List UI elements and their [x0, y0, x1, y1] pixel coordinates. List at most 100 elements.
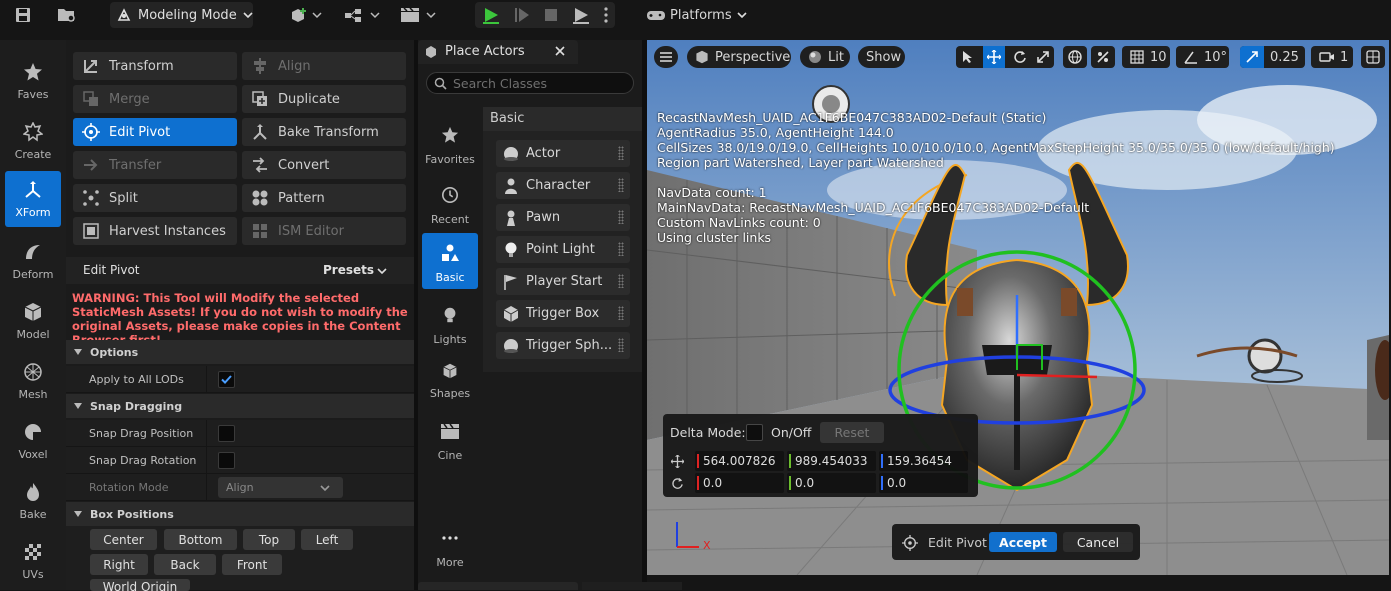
category-model[interactable]: Model: [5, 293, 61, 349]
actor-item-trigger-box[interactable]: Trigger Box: [496, 300, 630, 327]
scale-icon[interactable]: [1036, 50, 1050, 64]
place-category-shapes[interactable]: Shapes: [422, 353, 478, 409]
translate-icon[interactable]: [982, 46, 1005, 68]
pattern-tool-button[interactable]: Pattern: [242, 184, 406, 212]
eject-icon[interactable]: [571, 6, 591, 24]
content-browser-tab[interactable]: [418, 582, 578, 590]
bake-transform-tool-button[interactable]: Bake Transform: [242, 118, 406, 146]
accept-button[interactable]: Accept: [989, 532, 1057, 552]
platforms-dropdown[interactable]: Platforms: [646, 2, 747, 28]
category-voxel[interactable]: Voxel: [5, 413, 61, 469]
split-tool-button[interactable]: Split: [73, 184, 237, 212]
drag-handle-icon[interactable]: [618, 274, 624, 288]
blueprint-button[interactable]: [342, 2, 382, 28]
cinematics-button[interactable]: [398, 2, 438, 28]
top-button[interactable]: Top: [243, 529, 295, 550]
perspective-button[interactable]: Perspective: [687, 46, 791, 68]
center-button[interactable]: Center: [90, 529, 157, 550]
category-uvs[interactable]: UVs: [5, 533, 61, 589]
apply-all-lods-checkbox[interactable]: [218, 371, 235, 388]
step-icon[interactable]: [513, 6, 531, 24]
world-local-toggle[interactable]: [1063, 46, 1087, 68]
location-z-field[interactable]: 159.36454: [879, 451, 968, 471]
back-button[interactable]: Back: [154, 554, 216, 575]
box-positions-section-header[interactable]: Box Positions: [66, 502, 414, 526]
actor-item-point-light[interactable]: Point Light: [496, 236, 630, 263]
layout-button[interactable]: [1361, 46, 1385, 68]
drag-handle-icon[interactable]: [618, 338, 624, 352]
bottom-tab[interactable]: [582, 582, 682, 590]
place-actors-tab[interactable]: Place Actors: [418, 40, 578, 64]
drag-handle-icon[interactable]: [618, 210, 624, 224]
snap-drag-rotation-checkbox[interactable]: [218, 452, 235, 469]
actor-item-actor[interactable]: Actor: [496, 140, 630, 167]
grid-snap-button[interactable]: 10: [1122, 46, 1170, 68]
right-button[interactable]: Right: [90, 554, 148, 575]
left-button[interactable]: Left: [301, 529, 353, 550]
select-arrow-icon[interactable]: [960, 50, 974, 64]
options-section-header[interactable]: Options: [66, 340, 414, 364]
level-viewport[interactable]: X Perspective Lit Show 10 10° 0.25 1 Rec…: [647, 40, 1389, 575]
actor-item-player-start[interactable]: Player Start: [496, 268, 630, 295]
snap-drag-position-checkbox[interactable]: [218, 425, 235, 442]
merge-tool-button[interactable]: Merge: [73, 85, 237, 113]
rotation-mode-select[interactable]: Align: [218, 477, 343, 498]
play-icon[interactable]: [481, 6, 501, 24]
category-faves[interactable]: Faves: [5, 53, 61, 109]
viewport-menu-button[interactable]: [654, 46, 678, 68]
presets-dropdown[interactable]: Presets: [323, 263, 374, 277]
ism-editor-tool-button[interactable]: ISM Editor: [242, 217, 406, 245]
delta-mode-checkbox[interactable]: [746, 424, 763, 441]
world-origin-button[interactable]: World Origin: [90, 579, 190, 591]
align-tool-button[interactable]: Align: [242, 52, 406, 80]
place-category-lights[interactable]: Lights: [422, 295, 478, 351]
drag-handle-icon[interactable]: [618, 146, 624, 160]
place-category-cine[interactable]: Cine: [422, 411, 478, 467]
lit-button[interactable]: Lit: [800, 46, 850, 68]
drag-handle-icon[interactable]: [618, 178, 624, 192]
content-browser-icon[interactable]: [54, 2, 80, 28]
bottom-button[interactable]: Bottom: [164, 529, 237, 550]
save-icon[interactable]: [10, 2, 36, 28]
more-options-icon[interactable]: [603, 6, 609, 24]
surface-snap-toggle[interactable]: [1091, 46, 1115, 68]
harvest-instances-tool-button[interactable]: Harvest Instances: [73, 217, 237, 245]
transfer-tool-button[interactable]: Transfer: [73, 151, 237, 179]
actor-item-character[interactable]: Character: [496, 172, 630, 199]
rotation-x-field[interactable]: 0.0: [695, 473, 784, 493]
category-mesh[interactable]: Mesh: [5, 353, 61, 409]
place-category-recent[interactable]: Recent: [422, 175, 478, 231]
location-y-field[interactable]: 989.454033: [787, 451, 876, 471]
rotation-snap-button[interactable]: 10°: [1176, 46, 1229, 68]
actor-item-trigger-sphere[interactable]: Trigger Sph...: [496, 332, 630, 359]
rotation-z-field[interactable]: 0.0: [879, 473, 968, 493]
rotate-icon[interactable]: [1013, 50, 1027, 64]
add-actor-button[interactable]: [286, 2, 326, 28]
place-category-favorites[interactable]: Favorites: [422, 115, 478, 171]
rotation-y-field[interactable]: 0.0: [787, 473, 876, 493]
convert-tool-button[interactable]: Convert: [242, 151, 406, 179]
mode-dropdown[interactable]: Modeling Mode: [110, 2, 253, 28]
place-category-more[interactable]: More: [422, 518, 478, 574]
category-deform[interactable]: Deform: [5, 233, 61, 289]
drag-handle-icon[interactable]: [618, 242, 624, 256]
drag-handle-icon[interactable]: [618, 306, 624, 320]
category-create[interactable]: Create: [5, 113, 61, 169]
category-xform[interactable]: XForm: [5, 171, 61, 227]
camera-speed-button[interactable]: 1: [1311, 46, 1353, 68]
location-x-field[interactable]: 564.007826: [695, 451, 784, 471]
category-bake[interactable]: Bake: [5, 473, 61, 529]
delta-reset-button[interactable]: Reset: [820, 422, 884, 443]
front-button[interactable]: Front: [222, 554, 282, 575]
search-classes-field[interactable]: Search Classes: [426, 72, 634, 94]
scale-snap-button[interactable]: 0.25: [1240, 46, 1305, 68]
show-button[interactable]: Show: [858, 46, 905, 68]
place-category-basic[interactable]: Basic: [422, 233, 478, 289]
transform-tool-button[interactable]: Transform: [73, 52, 237, 80]
stop-icon[interactable]: [543, 7, 559, 23]
snap-dragging-section-header[interactable]: Snap Dragging: [66, 394, 414, 418]
actor-item-pawn[interactable]: Pawn: [496, 204, 630, 231]
close-icon[interactable]: [555, 46, 565, 56]
edit-pivot-tool-button[interactable]: Edit Pivot: [73, 118, 237, 146]
duplicate-tool-button[interactable]: Duplicate: [242, 85, 406, 113]
